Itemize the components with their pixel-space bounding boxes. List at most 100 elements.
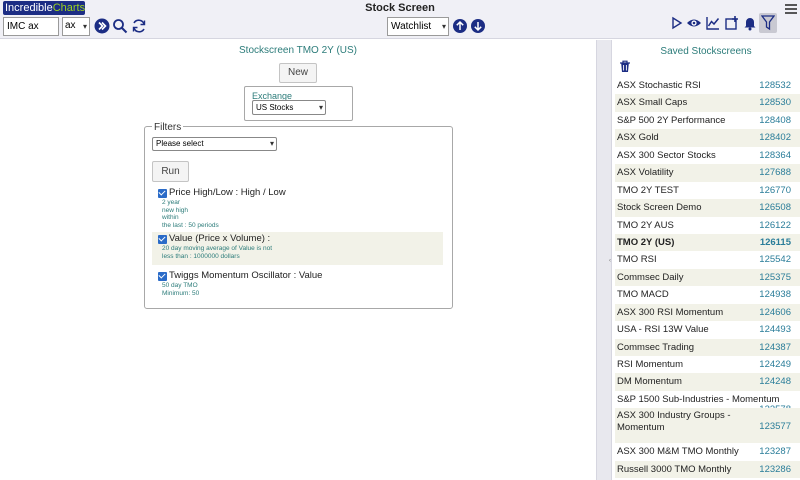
saved-item-name[interactable]: S&P 1500 Sub-Industries - Momentum — [617, 391, 779, 408]
saved-stockscreen-item[interactable]: ASX 300 RSI Momentum 124606 — [615, 303, 800, 322]
saved-stockscreen-item[interactable]: Russell 3000 TMO Monthly 123286 — [615, 460, 800, 479]
saved-stockscreen-item[interactable]: USA - RSI 13W Value 124493 — [615, 321, 800, 338]
saved-item-name[interactable]: TMO MACD — [617, 286, 669, 303]
search-icon[interactable] — [112, 18, 128, 34]
filter-desc-line: 50 day TMO — [162, 282, 198, 289]
saved-stockscreen-item[interactable]: ASX Small Caps 128530 — [615, 94, 800, 112]
saved-item-name[interactable]: ASX 300 Industry Groups - Momentum — [617, 410, 737, 433]
filter-name[interactable]: Price High/Low : High / Low — [169, 187, 286, 198]
saved-item-id[interactable]: 128530 — [759, 94, 791, 111]
saved-stockscreen-item[interactable]: S&P 500 2Y Performance 128408 — [615, 112, 800, 129]
arrow-up-icon[interactable] — [453, 19, 467, 33]
saved-item-id[interactable]: 128364 — [759, 147, 791, 164]
saved-item-name[interactable]: ASX Stochastic RSI — [617, 77, 701, 94]
saved-stockscreen-item[interactable]: TMO RSI 125542 — [615, 251, 800, 268]
saved-item-name[interactable]: ASX 300 Sector Stocks — [617, 147, 716, 164]
saved-item-name[interactable]: RSI Momentum — [617, 356, 683, 373]
filter-checkbox[interactable] — [158, 235, 167, 244]
refresh-icon[interactable] — [131, 18, 147, 34]
saved-item-name[interactable]: S&P 500 2Y Performance — [617, 112, 725, 129]
saved-item-id[interactable]: 126508 — [759, 199, 791, 216]
saved-stockscreen-item[interactable]: DM Momentum 124248 — [615, 373, 800, 391]
saved-item-id[interactable]: 123286 — [759, 461, 791, 478]
saved-item-id[interactable]: 128532 — [759, 77, 791, 94]
brand-logo[interactable]: IncredibleCharts — [3, 1, 85, 15]
saved-stockscreen-item[interactable]: Stock Screen Demo 126508 — [615, 199, 800, 217]
play-icon[interactable] — [669, 15, 685, 31]
saved-item-name[interactable]: ASX 300 M&M TMO Monthly — [617, 443, 739, 460]
saved-item-name[interactable]: ASX Gold — [617, 129, 659, 146]
saved-item-name[interactable]: TMO 2Y (US) — [617, 234, 674, 251]
saved-item-id[interactable]: 124606 — [759, 304, 791, 321]
chart-icon[interactable] — [705, 15, 721, 31]
arrow-down-icon[interactable] — [471, 19, 485, 33]
saved-item-id[interactable]: 128408 — [759, 112, 791, 129]
saved-item-name[interactable]: Stock Screen Demo — [617, 199, 701, 216]
saved-stockscreen-item[interactable]: ASX Stochastic RSI 128532 — [615, 77, 800, 94]
filter-item[interactable]: Twiggs Momentum Oscillator : Value 50 da… — [152, 269, 443, 299]
filter-name[interactable]: Value (Price x Volume) : — [169, 233, 270, 244]
watchlist-select[interactable]: Watchlist ▾ — [387, 17, 449, 36]
filter-checkbox[interactable] — [158, 272, 167, 281]
saved-item-id[interactable]: 124248 — [759, 373, 791, 390]
saved-item-id[interactable]: 124493 — [759, 321, 791, 338]
saved-item-name[interactable]: TMO RSI — [617, 251, 657, 268]
saved-item-name[interactable]: DM Momentum — [617, 373, 682, 390]
saved-item-id[interactable]: 123577 — [759, 421, 791, 433]
saved-item-name[interactable]: Commsec Daily — [617, 269, 684, 286]
filter-name[interactable]: Twiggs Momentum Oscillator : Value — [169, 270, 322, 281]
run-button[interactable]: Run — [152, 161, 189, 182]
saved-item-name[interactable]: Russell 3000 TMO Monthly — [617, 461, 731, 478]
saved-item-id[interactable]: 124387 — [759, 339, 791, 356]
symbol-input[interactable] — [3, 17, 59, 36]
market-select[interactable]: ax ▾ — [62, 17, 90, 36]
filter-checkbox[interactable] — [158, 189, 167, 198]
filter-type-select[interactable]: Please select ▾ — [152, 137, 277, 151]
saved-stockscreen-item[interactable]: ASX 300 Industry Groups - Momentum 123577 — [615, 408, 800, 444]
exchange-select[interactable]: US Stocks ▾ — [252, 100, 326, 115]
saved-item-id[interactable]: 123287 — [759, 443, 791, 460]
saved-stockscreen-item[interactable]: ASX 300 M&M TMO Monthly 123287 — [615, 443, 800, 460]
saved-stockscreen-item[interactable]: Commsec Trading 124387 — [615, 338, 800, 356]
filter-item[interactable]: Price High/Low : High / Low 2 year new h… — [152, 186, 443, 229]
trash-icon[interactable] — [619, 60, 631, 73]
bell-icon[interactable] — [742, 15, 758, 31]
saved-item-name[interactable]: ASX Small Caps — [617, 94, 687, 111]
filter-item[interactable]: Value (Price x Volume) : 20 day moving a… — [152, 232, 443, 265]
saved-item-id[interactable]: 127688 — [759, 164, 791, 181]
saved-item-id[interactable]: 126115 — [760, 234, 791, 251]
saved-item-id[interactable]: 126122 — [759, 217, 791, 234]
saved-item-name[interactable]: TMO 2Y TEST — [617, 182, 679, 199]
filter-button[interactable] — [759, 13, 777, 33]
saved-stockscreen-item[interactable]: TMO MACD 124938 — [615, 286, 800, 303]
saved-item-name[interactable]: ASX 300 RSI Momentum — [617, 304, 723, 321]
saved-stockscreen-item[interactable]: Commsec Daily 125375 — [615, 268, 800, 287]
saved-item-name[interactable]: ASX Volatility — [617, 164, 674, 181]
saved-stockscreen-item[interactable]: RSI Momentum 124249 — [615, 356, 800, 373]
splitter-grip-icon[interactable]: ‹ — [609, 258, 611, 264]
saved-stockscreen-item[interactable]: ASX 300 Sector Stocks 128364 — [615, 147, 800, 164]
new-window-icon[interactable] — [724, 15, 740, 31]
go-forward-icon[interactable] — [94, 18, 110, 34]
saved-item-id[interactable]: 128402 — [759, 129, 791, 146]
eye-icon[interactable] — [686, 15, 702, 31]
saved-stockscreen-item[interactable]: TMO 2Y AUS 126122 — [615, 217, 800, 234]
panel-splitter[interactable]: ‹ — [596, 40, 612, 480]
saved-item-id[interactable]: 124938 — [759, 286, 791, 303]
saved-item-id[interactable]: 125542 — [759, 251, 791, 268]
saved-stockscreen-item[interactable]: ASX Volatility 127688 — [615, 164, 800, 182]
saved-stockscreen-item[interactable]: TMO 2Y TEST 126770 — [615, 182, 800, 199]
new-button[interactable]: New — [279, 63, 317, 83]
saved-item-name[interactable]: USA - RSI 13W Value — [617, 321, 709, 338]
saved-item-name[interactable]: Commsec Trading — [617, 339, 694, 356]
filter-desc-line: within — [162, 214, 179, 221]
saved-stockscreen-item[interactable]: ASX Gold 128402 — [615, 129, 800, 147]
saved-item-id[interactable]: 126770 — [759, 182, 791, 199]
logo-text-incredible: Incredible — [5, 2, 53, 14]
saved-item-name[interactable]: TMO 2Y AUS — [617, 217, 674, 234]
menu-icon[interactable] — [784, 2, 798, 16]
saved-stockscreen-item[interactable]: TMO 2Y (US) 126115 — [615, 233, 800, 252]
saved-item-id[interactable]: 124249 — [759, 356, 791, 373]
saved-item-id[interactable]: 125375 — [759, 269, 791, 286]
saved-stockscreen-item[interactable]: S&P 1500 Sub-Industries - Momentum123578 — [615, 391, 800, 415]
